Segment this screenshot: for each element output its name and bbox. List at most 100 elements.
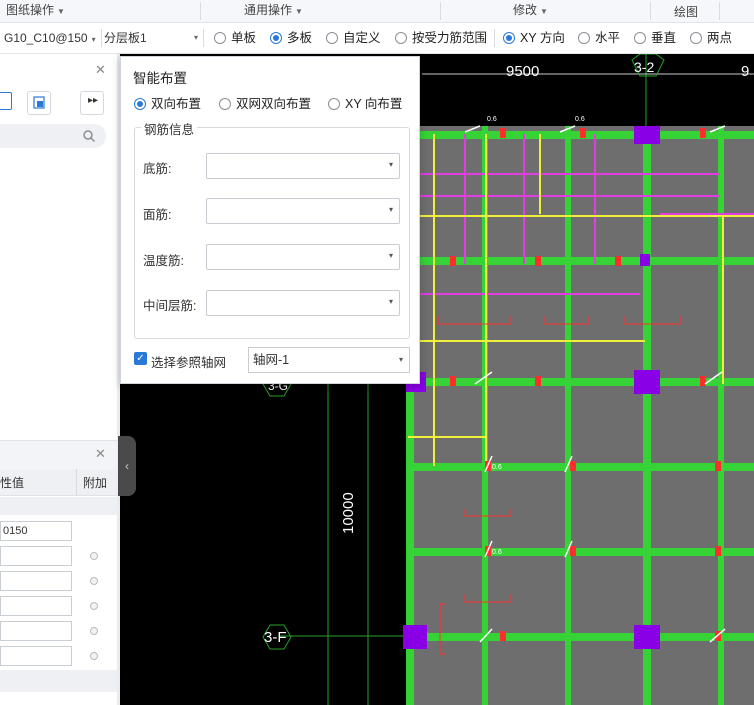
checkmark-icon: ✓ <box>136 353 145 364</box>
annotation-tick <box>715 461 721 471</box>
properties-header: ✕ <box>0 440 117 469</box>
dimension-top: 9500 <box>506 63 539 80</box>
radio-indicator <box>219 98 231 110</box>
property-value-input[interactable] <box>0 571 72 591</box>
new-item-icon[interactable] <box>0 92 12 110</box>
search-input[interactable] <box>0 124 106 148</box>
dir-xy[interactable]: XY 方向 <box>503 29 565 47</box>
bottom-rebar-select[interactable]: ▾ <box>206 153 400 179</box>
mode-multi-slab[interactable]: 多板 <box>270 29 312 47</box>
beam <box>406 257 754 265</box>
beam <box>406 463 754 471</box>
rebar-spec-combo[interactable]: G10_C10@150 ▾ <box>4 27 96 49</box>
column <box>634 625 660 649</box>
column-value-header: 性值 <box>0 476 25 490</box>
smart-layout-dialog: 智能布置 双向布置 双网双向布置 XY 向布置 钢筋信息 底筋: ▾ 面筋: ▾… <box>120 56 420 384</box>
beam <box>406 548 754 556</box>
column <box>403 625 427 649</box>
collapse-panel-tab[interactable]: ‹ <box>118 436 136 496</box>
close-icon[interactable]: ✕ <box>95 62 106 78</box>
annotation-tick <box>500 128 506 138</box>
temperature-rebar-select[interactable]: ▾ <box>206 244 400 270</box>
mode-custom[interactable]: 自定义 <box>326 29 381 47</box>
radio-indicator <box>395 32 407 44</box>
annotation-tick <box>535 376 541 386</box>
ref-axis-select[interactable]: 轴网-1 ▾ <box>248 347 410 373</box>
chevron-down-icon: ▾ <box>388 160 393 169</box>
chevron-down-icon: ▾ <box>388 297 393 306</box>
middle-layer-rebar-select[interactable]: ▾ <box>206 290 400 316</box>
beam <box>565 126 571 705</box>
annotation-tick <box>535 256 541 266</box>
dir-horizontal[interactable]: 水平 <box>578 29 620 47</box>
extra-checkbox[interactable] <box>90 627 98 635</box>
radio-indicator <box>270 32 282 44</box>
dimension-top-right: 9 <box>741 63 749 80</box>
axis-label-top: 3-2 <box>634 59 654 75</box>
chevron-down-icon: ▾ <box>398 355 403 364</box>
rebar-tag: 0.6 <box>575 116 585 123</box>
search-icon <box>83 130 96 143</box>
property-value-input[interactable] <box>0 596 72 616</box>
mode-single-slab[interactable]: 单板 <box>214 29 256 47</box>
layer-combo[interactable]: 分层板1 ▾ <box>104 27 200 49</box>
rebar-tag: 0.6 <box>492 549 502 556</box>
ribbon-divider <box>200 2 201 20</box>
ribbon-divider <box>440 2 441 20</box>
middle-layer-rebar-label: 中间层筋: <box>143 299 197 313</box>
ribbon-group-modify[interactable]: 修改 ▼ <box>513 0 548 22</box>
chevron-down-icon: ▾ <box>388 251 393 260</box>
annotation-tick <box>450 256 456 266</box>
chevron-down-icon: ▾ <box>194 33 199 42</box>
dir-two-point[interactable]: 两点 <box>690 29 732 47</box>
radio-indicator <box>326 32 338 44</box>
radio-indicator <box>503 32 515 44</box>
radio-indicator <box>690 32 702 44</box>
property-value-input[interactable] <box>0 646 72 666</box>
radio-indicator <box>214 32 226 44</box>
ribbon-group-draw[interactable]: 绘图 <box>674 2 698 24</box>
temperature-rebar-label: 温度筋: <box>143 254 184 268</box>
ribbon-group-drawing-ops[interactable]: 图纸操作 ▼ <box>6 0 65 22</box>
property-group-row <box>0 670 117 692</box>
layout-xy[interactable]: XY 向布置 <box>328 95 402 113</box>
dialog-title: 智能布置 <box>133 71 187 86</box>
ribbon-group-common-ops[interactable]: 通用操作 ▼ <box>244 0 303 22</box>
extra-checkbox[interactable] <box>90 552 98 560</box>
property-group-row <box>0 497 117 515</box>
close-icon[interactable]: ✕ <box>95 446 106 462</box>
toolbar-divider <box>203 29 204 47</box>
column-divider <box>76 469 77 495</box>
ref-axis-checkbox[interactable]: ✓ <box>134 352 147 365</box>
layout-double-net[interactable]: 双网双向布置 <box>219 95 311 113</box>
extra-checkbox[interactable] <box>90 602 98 610</box>
annotation-tick <box>715 546 721 556</box>
double-chevron-right-icon: ▸▸ <box>88 95 99 106</box>
more-button[interactable]: ▸▸ <box>80 91 104 115</box>
dir-vertical[interactable]: 垂直 <box>634 29 676 47</box>
layout-bidirectional[interactable]: 双向布置 <box>134 95 201 113</box>
copy-button[interactable] <box>27 91 51 115</box>
chevron-down-icon: ▾ <box>91 35 96 44</box>
extra-checkbox[interactable] <box>90 577 98 585</box>
dimension-side: 10000 <box>340 492 357 534</box>
beam <box>643 126 651 705</box>
radio-indicator <box>578 32 590 44</box>
annotation-tick <box>500 631 506 641</box>
properties-column-header: 性值 附加 <box>0 469 117 496</box>
property-value-input[interactable] <box>0 546 72 566</box>
column <box>634 370 660 394</box>
toolbar-divider <box>494 29 495 47</box>
property-value-input[interactable] <box>0 621 72 641</box>
axis-label-left: 3-F <box>264 629 287 646</box>
slab-area <box>406 126 754 705</box>
top-rebar-select[interactable]: ▾ <box>206 198 400 224</box>
chevron-down-icon: ▼ <box>57 7 65 16</box>
mode-by-stress-range[interactable]: 按受力筋范围 <box>395 29 487 47</box>
radio-indicator <box>634 32 646 44</box>
annotation-tick <box>700 128 706 138</box>
annotation-tick <box>700 376 706 386</box>
extra-checkbox[interactable] <box>90 652 98 660</box>
annotation-tick <box>450 376 456 386</box>
property-value-input[interactable]: 0150 <box>0 521 72 541</box>
